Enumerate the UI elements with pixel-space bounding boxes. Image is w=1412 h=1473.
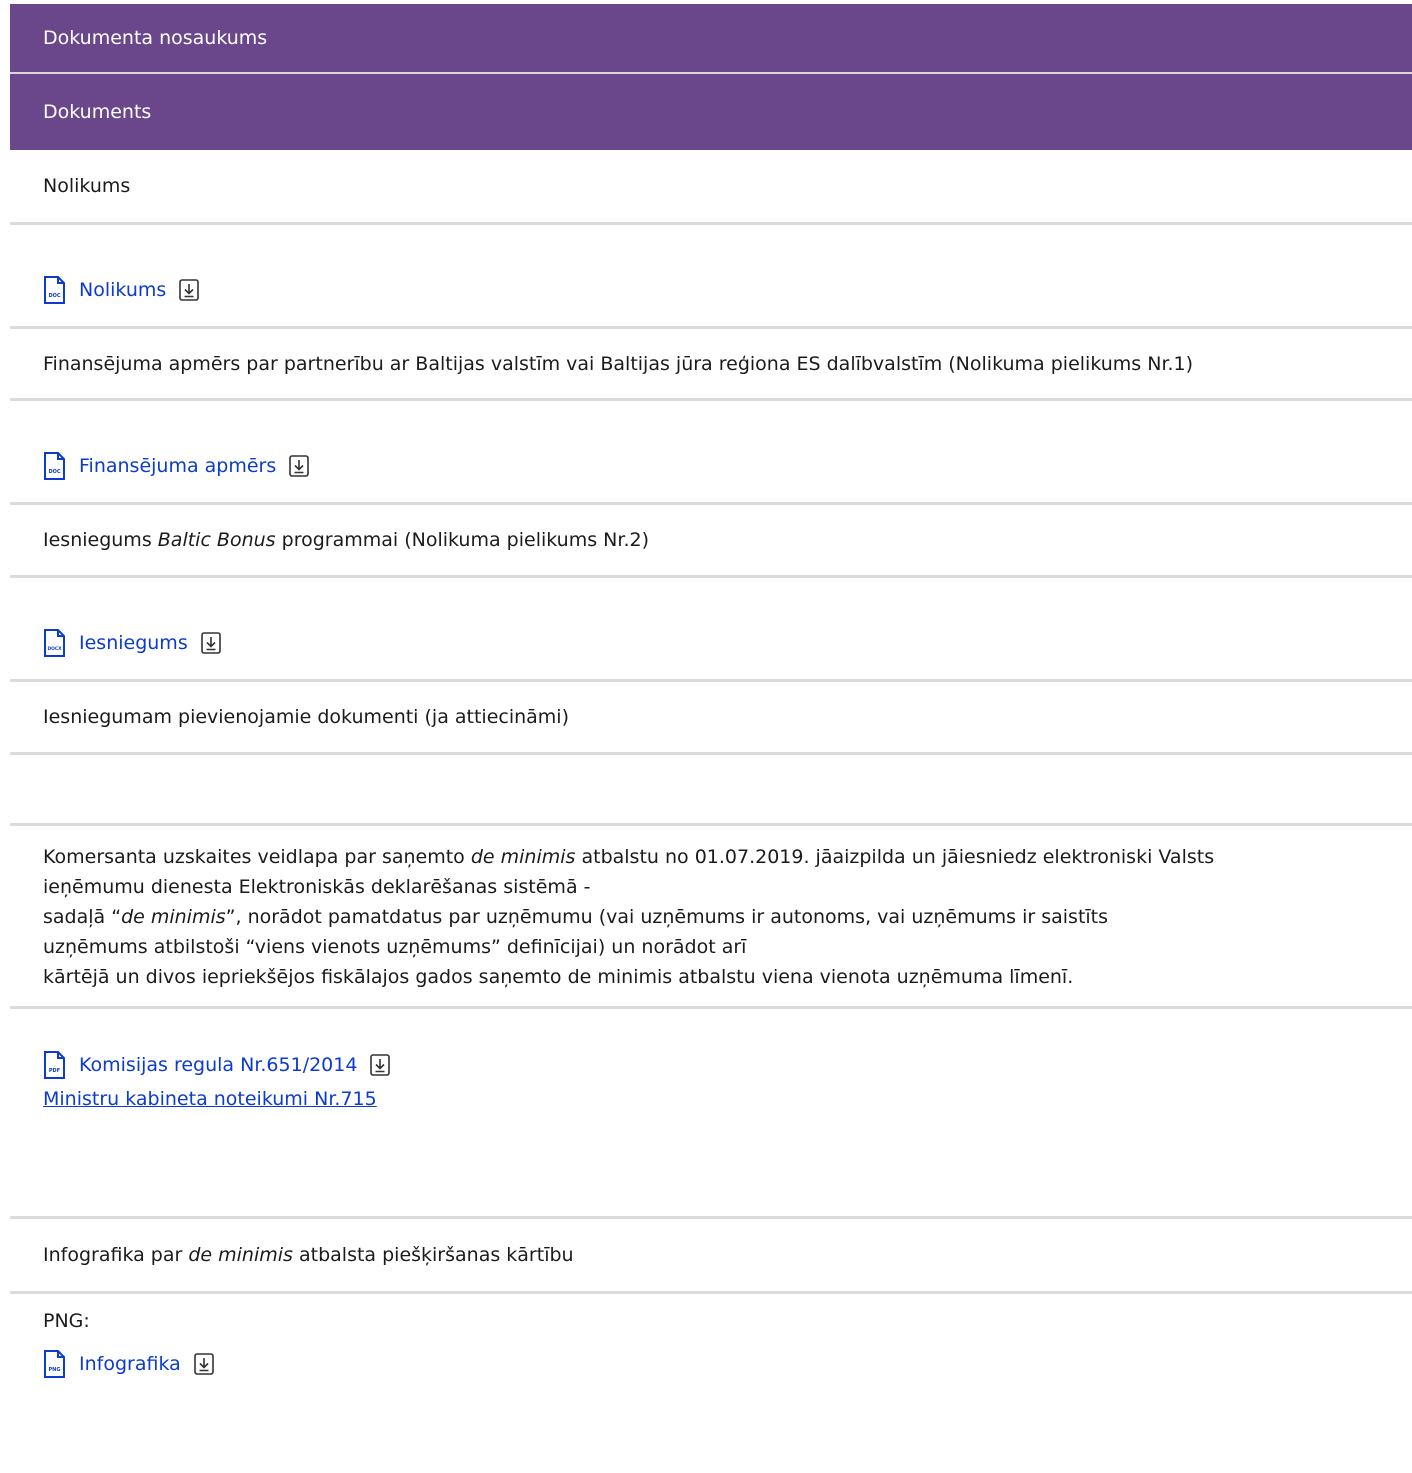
download-icon	[200, 631, 221, 654]
row-empty	[10, 755, 1412, 826]
download-icon	[193, 1353, 214, 1375]
row-finansejuma-title: Finansējuma apmērs par partnerību ar Bal…	[10, 329, 1412, 401]
doc-file-icon: DOC	[44, 451, 65, 480]
file-link-label: Infografika	[79, 1353, 181, 1375]
svg-text:PNG: PNG	[49, 1367, 61, 1373]
row-title-text: Iesniegums Baltic Bonus programmai (Noli…	[43, 529, 649, 551]
paragraph-line: Komersanta uzskaites veidlapa par saņemt…	[43, 846, 1215, 868]
komisijas-regula-download-link[interactable]: PDF Komisijas regula Nr.651/2014	[43, 1051, 391, 1079]
row-iesniegums-title: Iesniegums Baltic Bonus programmai (Noli…	[10, 505, 1412, 578]
row-title-text: Iesniegumam pievienojamie dokumenti (ja …	[43, 706, 569, 728]
row-title-text: Infografika par de minimis atbalsta pieš…	[43, 1244, 574, 1266]
iesniegums-download-link[interactable]: DOCX Iesniegums	[43, 628, 222, 657]
pdf-file-icon: PDF	[44, 1051, 65, 1079]
header-document-label: Dokuments	[43, 101, 152, 123]
file-link-label: Finansējuma apmērs	[79, 454, 277, 477]
download-icon	[370, 1054, 391, 1076]
row-regulations: PDF Komisijas regula Nr.651/2014 Ministr…	[10, 1009, 1412, 1219]
doc-file-icon: DOC	[44, 275, 65, 304]
infografika-download-link[interactable]: PNG Infografika	[43, 1350, 215, 1378]
docx-file-icon: DOCX	[44, 628, 65, 657]
ministru-kabineta-link[interactable]: Ministru kabineta noteikumi Nr.715	[43, 1088, 377, 1110]
row-png: PNG: PNG Infografika	[10, 1294, 1412, 1404]
row-title-text: Nolikums	[43, 175, 131, 197]
download-icon	[179, 278, 200, 301]
png-file-icon: PNG	[44, 1350, 65, 1378]
paragraph-line: kārtējā un divos iepriekšējos fiskālajos…	[43, 966, 1074, 988]
paragraph-line: ieņēmumu dienesta Elektroniskās deklarēš…	[43, 876, 591, 898]
file-link-label: Komisijas regula Nr.651/2014	[79, 1054, 358, 1076]
finansejuma-download-link[interactable]: DOC Finansējuma apmērs	[43, 451, 310, 480]
row-pievienojamie-title: Iesniegumam pievienojamie dokumenti (ja …	[10, 682, 1412, 755]
paragraph-line: sadaļā “de minimis”, norādot pamatdatus …	[43, 906, 1109, 928]
row-nolikums-file: DOC Nolikums	[10, 225, 1412, 329]
svg-text:DOCX: DOCX	[48, 646, 63, 652]
documents-table: Dokumenta nosaukums Dokuments Nolikums D…	[10, 4, 1412, 1404]
header-document: Dokuments	[10, 74, 1412, 150]
row-de-minimis-info: Komersanta uzskaites veidlapa par saņemt…	[10, 826, 1412, 1009]
png-label: PNG:	[43, 1310, 90, 1332]
row-infografika-title: Infografika par de minimis atbalsta pieš…	[10, 1219, 1412, 1294]
row-iesniegums-file: DOCX Iesniegums	[10, 578, 1412, 682]
nolikums-download-link[interactable]: DOC Nolikums	[43, 275, 200, 304]
file-link-label: Iesniegums	[79, 631, 188, 654]
row-finansejuma-file: DOC Finansējuma apmērs	[10, 401, 1412, 505]
header-document-name: Dokumenta nosaukums	[10, 4, 1412, 74]
download-icon	[289, 454, 310, 477]
svg-text:PDF: PDF	[49, 1068, 60, 1074]
row-nolikums-title: Nolikums	[10, 150, 1412, 225]
row-title-text: Finansējuma apmērs par partnerību ar Bal…	[43, 352, 1194, 375]
file-link-label: Nolikums	[79, 278, 167, 301]
header-document-name-label: Dokumenta nosaukums	[43, 27, 268, 49]
svg-text:DOC: DOC	[48, 469, 60, 475]
svg-text:DOC: DOC	[48, 293, 60, 299]
paragraph-line: uzņēmums atbilstoši “viens vienots uzņēm…	[43, 936, 747, 958]
